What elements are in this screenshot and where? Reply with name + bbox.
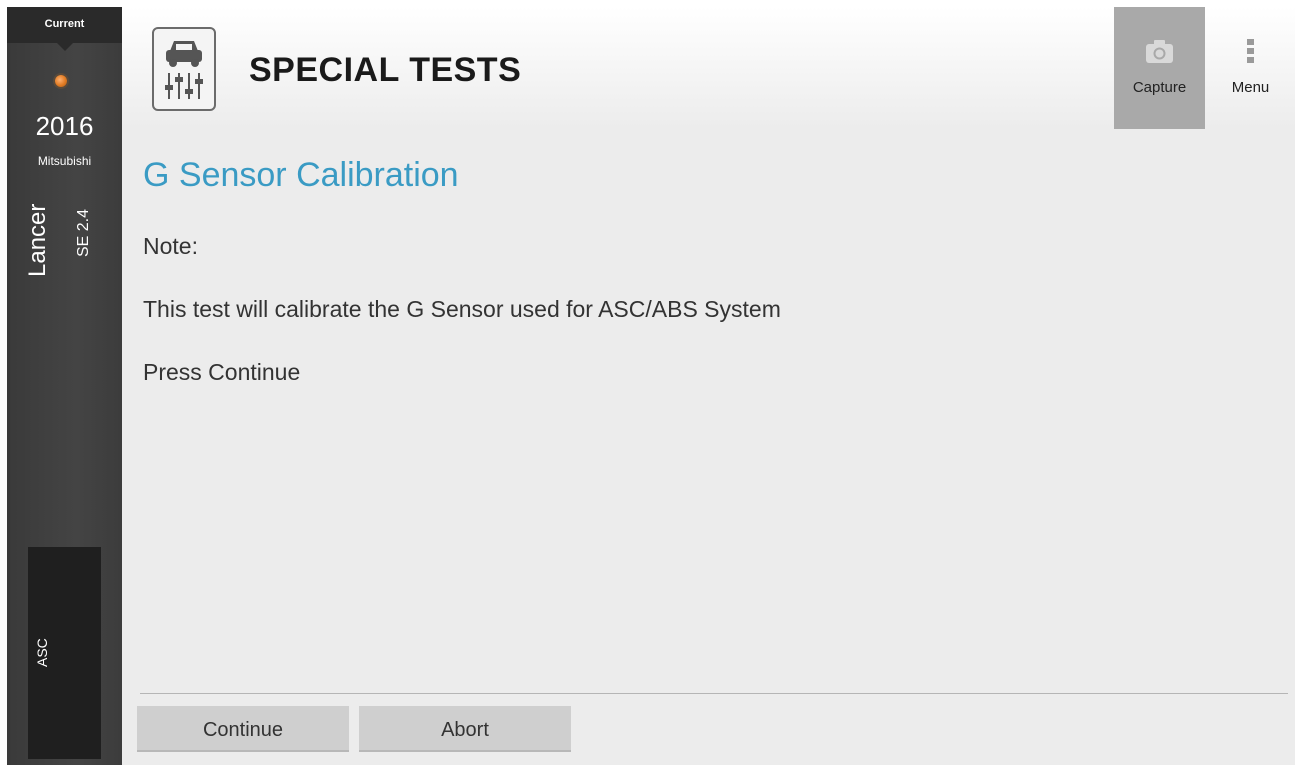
divider [140,693,1288,694]
camera-icon [1144,37,1175,65]
instruction-text: Press Continue [143,359,301,385]
current-label: Current [44,18,85,30]
more-vertical-icon [1235,37,1266,65]
abort-button[interactable]: Abort [359,706,571,752]
vehicle-make: Mitsubishi [37,154,92,168]
capture-label: Capture [1132,79,1187,96]
current-vehicle-tab[interactable]: Current [7,7,122,51]
continue-button[interactable]: Continue [137,706,349,752]
header-bar: SPECIAL TESTS Capture Menu [122,7,1295,129]
note-label: Note: [143,233,198,259]
menu-button[interactable]: Menu [1205,7,1296,129]
test-title: G Sensor Calibration [143,156,459,194]
connection-status-icon [55,75,67,87]
test-content: G Sensor Calibration Note: This test wil… [122,129,1295,765]
app-screen: Current 2016 Mitsubishi Lancer SE 2.4 AS… [7,7,1295,765]
vehicle-sidebar: Current 2016 Mitsubishi Lancer SE 2.4 AS… [7,7,122,765]
page-title: SPECIAL TESTS [249,51,522,89]
car-tuning-icon [152,27,216,111]
test-description: This test will calibrate the G Sensor us… [143,296,781,322]
capture-button[interactable]: Capture [1114,7,1205,129]
vehicle-trim: SE 2.4 [75,208,92,257]
module-label: ASC [34,638,50,667]
vehicle-year: 2016 [35,111,94,141]
menu-label: Menu [1231,79,1270,96]
vehicle-model: Lancer [24,203,51,277]
